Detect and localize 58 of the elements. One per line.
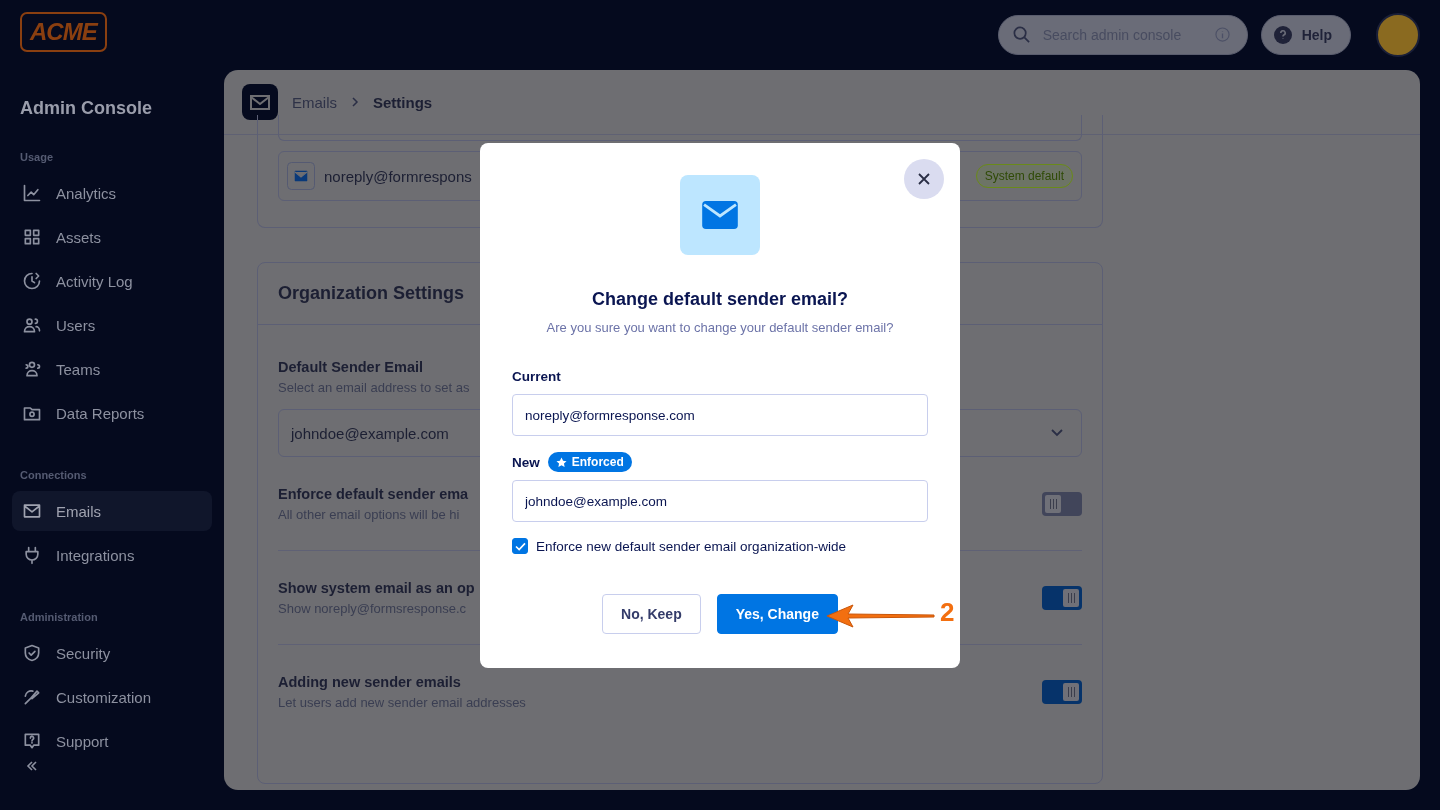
chevron-down-icon bbox=[1051, 429, 1063, 437]
nav-item[interactable]: Customization bbox=[12, 677, 212, 717]
close-icon bbox=[918, 173, 930, 185]
nav-item[interactable]: Users bbox=[12, 305, 212, 345]
nav-item[interactable]: Support bbox=[12, 721, 212, 761]
nav-item[interactable]: Assets bbox=[12, 217, 212, 257]
breadcrumb-current: Settings bbox=[373, 93, 433, 111]
info-icon[interactable] bbox=[1214, 27, 1230, 42]
toggle-switch[interactable] bbox=[1042, 679, 1082, 704]
system-default-badge: System default bbox=[975, 164, 1073, 188]
nav-item[interactable]: Activity Log bbox=[12, 261, 212, 301]
keep-button[interactable]: No, Keep bbox=[602, 594, 701, 634]
envelope-icon bbox=[680, 175, 760, 255]
help-icon bbox=[22, 731, 42, 751]
team-icon bbox=[22, 359, 42, 379]
nav-item[interactable]: Security bbox=[12, 633, 212, 673]
chevron-right-icon bbox=[351, 96, 359, 108]
envelope-icon bbox=[287, 162, 315, 190]
search-icon bbox=[1011, 25, 1031, 44]
setting-title: Default Sender Email bbox=[278, 359, 425, 375]
grid-icon bbox=[22, 227, 42, 247]
nav-group-label: Connections bbox=[20, 469, 88, 481]
nav-item[interactable]: Integrations bbox=[12, 535, 212, 575]
collapse-icon[interactable] bbox=[26, 761, 38, 771]
sender-email: noreply@formrespons bbox=[324, 167, 472, 185]
avatar[interactable] bbox=[1376, 13, 1420, 57]
current-email-field[interactable]: noreply@formresponse.com bbox=[512, 394, 928, 436]
line-chart-icon bbox=[22, 183, 42, 203]
field-label: New bbox=[512, 454, 540, 470]
field-label: Current bbox=[512, 369, 562, 384]
console-title: Admin Console bbox=[20, 98, 153, 119]
nav-item[interactable]: Data Reports bbox=[12, 393, 212, 433]
dialog-title: Change default sender email? bbox=[591, 289, 849, 310]
nav-item[interactable]: Teams bbox=[12, 349, 212, 389]
nav-group-label: Administration bbox=[20, 611, 99, 623]
help-icon bbox=[1273, 26, 1292, 44]
close-button[interactable] bbox=[904, 159, 944, 199]
setting-title: Adding new sender emails bbox=[278, 673, 462, 690]
star-icon bbox=[555, 456, 567, 468]
change-button[interactable]: Yes, Change bbox=[716, 594, 838, 634]
setting-title: Enforce default sender ema bbox=[278, 485, 469, 502]
plug-icon bbox=[22, 545, 42, 565]
envelope-icon bbox=[242, 84, 278, 120]
nav-group-label: Usage bbox=[20, 151, 55, 163]
toggle-switch[interactable] bbox=[1042, 585, 1082, 610]
checkbox-label: Enforce new default sender email organization-wide bbox=[536, 538, 846, 554]
clock-icon bbox=[22, 271, 42, 291]
checkbox[interactable] bbox=[512, 538, 528, 554]
users-icon bbox=[22, 315, 42, 335]
toggle-switch[interactable] bbox=[1042, 491, 1082, 516]
nav-item[interactable]: Analytics bbox=[12, 173, 212, 213]
new-email-field[interactable]: johndoe@example.com bbox=[512, 480, 928, 522]
brush-icon bbox=[22, 687, 42, 707]
shield-icon bbox=[22, 643, 42, 663]
setting-title: Show system email as an op bbox=[278, 579, 475, 596]
enforced-badge: Enforced bbox=[547, 452, 632, 472]
envelope-icon bbox=[22, 501, 42, 521]
nav-item[interactable]: Emails bbox=[12, 491, 212, 531]
